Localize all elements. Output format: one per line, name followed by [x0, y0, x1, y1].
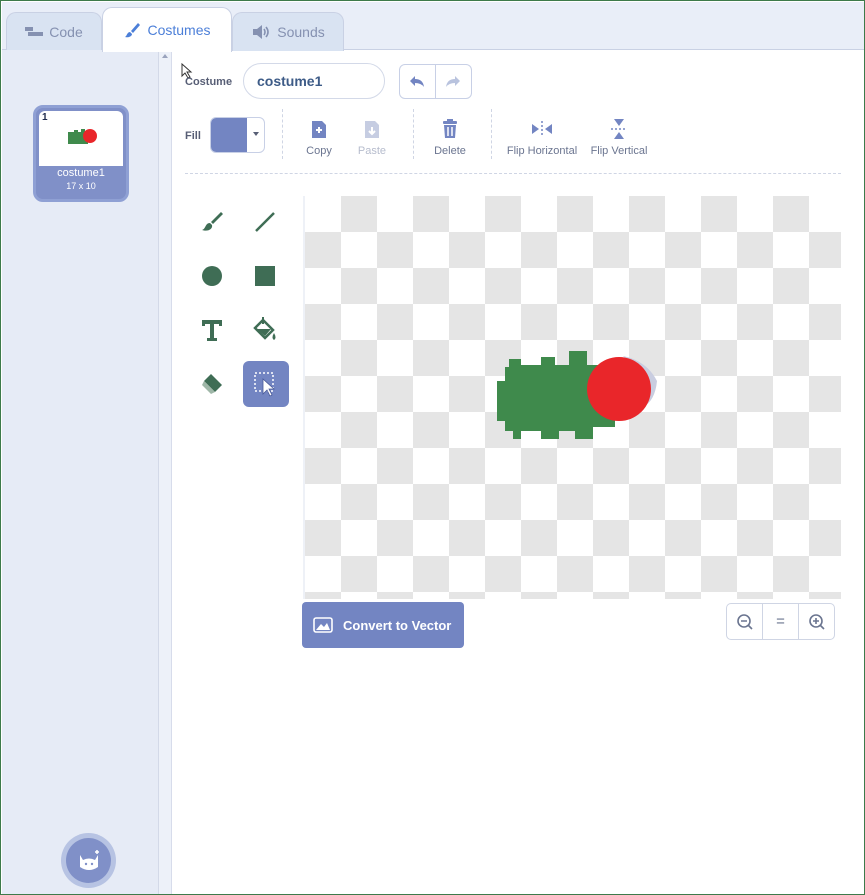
zoom-controls: =	[726, 603, 835, 640]
text-tool-icon	[202, 320, 222, 341]
circle-tool[interactable]	[189, 253, 235, 299]
zoom-reset-button[interactable]: =	[762, 604, 798, 639]
fill-label: Fill	[185, 130, 201, 142]
tab-costumes[interactable]: Costumes	[102, 7, 232, 52]
paint-bucket-icon	[253, 317, 276, 340]
redo-icon	[446, 75, 461, 87]
eraser-tool[interactable]	[189, 361, 235, 407]
rectangle-tool-icon	[255, 266, 275, 286]
tab-code-label: Code	[49, 24, 83, 40]
toolbar-divider	[491, 109, 492, 159]
tab-sounds[interactable]: Sounds	[232, 12, 344, 51]
paint-canvas[interactable]	[303, 196, 841, 599]
code-icon	[25, 26, 44, 38]
scroll-up-icon	[162, 54, 168, 58]
delete-label: Delete	[434, 145, 466, 157]
zoom-out-icon	[736, 613, 753, 630]
tab-strip: Code Costumes Sounds	[2, 2, 864, 52]
costume-size: 17 x 10	[66, 181, 96, 191]
flip-vertical-label: Flip Vertical	[590, 145, 648, 157]
tab-sounds-label: Sounds	[277, 24, 325, 40]
costume-thumbnail: 1	[39, 111, 123, 166]
app-frame: Code Costumes Sounds 1 costume1 17 x 10 …	[0, 0, 865, 895]
line-tool[interactable]	[242, 199, 288, 245]
choose-costume-button[interactable]	[61, 833, 116, 888]
trash-icon	[410, 116, 490, 142]
delete-button[interactable]: Delete	[410, 116, 490, 157]
flip-vertical-button[interactable]: Flip Vertical	[579, 116, 659, 157]
fill-color-picker[interactable]	[210, 117, 265, 153]
costume-list-scrollbar[interactable]	[159, 50, 172, 894]
redo-button[interactable]	[436, 65, 472, 98]
speaker-icon	[251, 24, 271, 40]
costume-thumbnail-sprite	[68, 129, 97, 144]
rectangle-tool[interactable]	[242, 253, 288, 299]
tab-costumes-label: Costumes	[147, 22, 211, 38]
text-tool[interactable]	[189, 307, 235, 353]
zoom-out-button[interactable]	[727, 604, 762, 639]
zoom-in-button[interactable]	[798, 604, 834, 639]
costume-list: 1 costume1 17 x 10	[2, 50, 159, 894]
convert-to-vector-button[interactable]: Convert to Vector	[302, 602, 464, 648]
costume-tile[interactable]: 1 costume1 17 x 10	[33, 105, 129, 202]
convert-to-vector-label: Convert to Vector	[343, 617, 452, 633]
circle-tool-icon	[202, 266, 222, 286]
flip-horizontal-button[interactable]: Flip Horizontal	[502, 116, 582, 157]
choose-costume-inner	[66, 838, 111, 883]
line-tool-icon	[255, 212, 275, 232]
sprite-drawing	[497, 351, 657, 439]
brush-tool[interactable]	[189, 199, 235, 245]
toolbar-separator	[185, 173, 841, 174]
select-tool-icon	[254, 372, 276, 397]
paste-label: Paste	[357, 145, 387, 157]
fill-color-swatch	[211, 118, 247, 152]
brush-tool-icon	[202, 212, 223, 231]
dropdown-caret-icon	[253, 132, 259, 136]
flip-horizontal-icon	[502, 116, 582, 142]
image-icon	[313, 617, 333, 633]
fill-tool[interactable]	[242, 307, 288, 353]
paste-button[interactable]: Paste	[332, 116, 412, 157]
costume-number: 1	[42, 112, 48, 123]
undo-icon	[410, 75, 425, 87]
cat-plus-icon	[79, 849, 99, 870]
costume-name: costume1	[57, 167, 105, 179]
costume-name-label: Costume	[185, 76, 233, 88]
paste-icon	[332, 116, 412, 142]
tab-code[interactable]: Code	[6, 12, 102, 51]
undo-redo-group	[399, 64, 472, 99]
undo-button[interactable]	[400, 65, 436, 98]
eraser-tool-icon	[202, 374, 222, 394]
brush-icon	[123, 21, 141, 39]
flip-horizontal-label: Flip Horizontal	[506, 145, 578, 157]
zoom-in-icon	[808, 613, 825, 630]
select-tool[interactable]	[243, 361, 289, 407]
costume-name-input[interactable]: costume1	[243, 63, 385, 99]
flip-vertical-icon	[579, 116, 659, 142]
